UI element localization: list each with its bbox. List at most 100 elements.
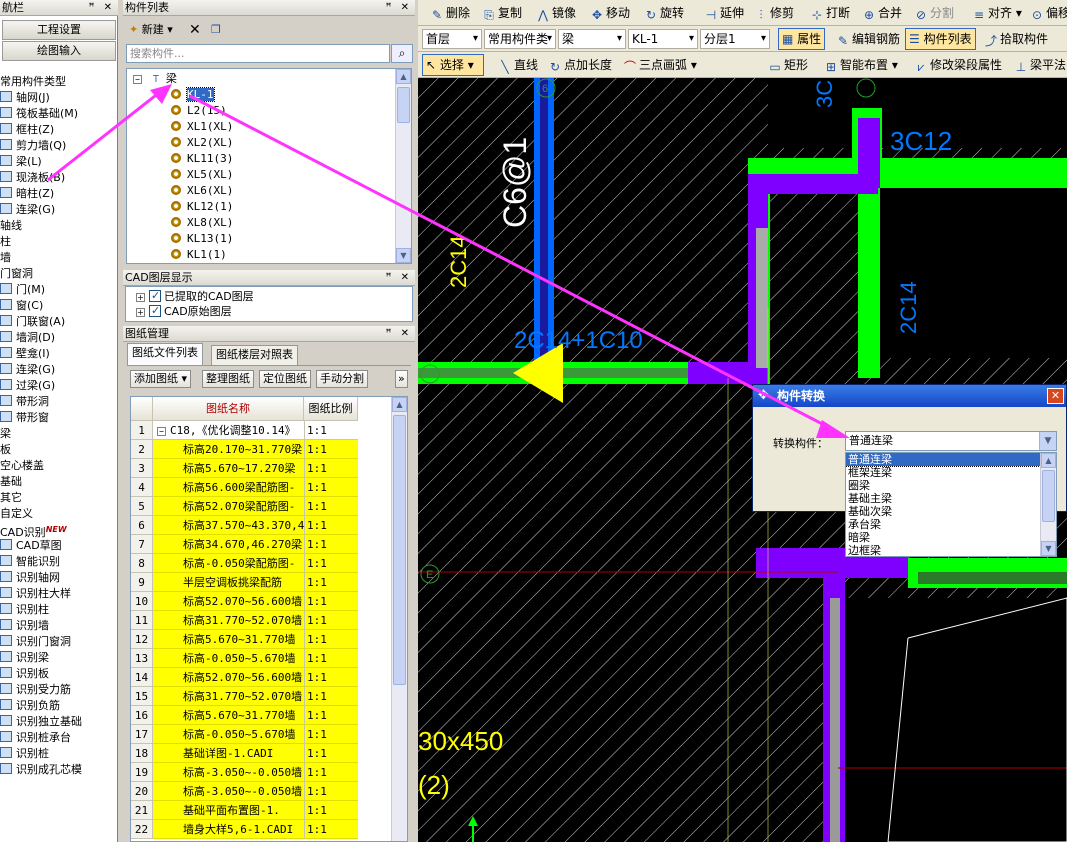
nav-item[interactable]: 剪力墙(Q) — [0, 138, 118, 154]
search-input[interactable]: 搜索构件... — [126, 44, 390, 63]
cad-layer-item-extracted[interactable]: + 已提取的CAD图层 — [136, 288, 254, 304]
nav-item[interactable]: 现浇板(B) — [0, 170, 118, 186]
row-name[interactable]: 标高20.170~31.770梁 — [153, 440, 304, 459]
toolbar-button[interactable]: ≡ 对齐 ▾ — [972, 4, 1022, 22]
table-row[interactable]: 13 标高-0.050~5.670墙 1:1 — [131, 649, 391, 668]
row-scale[interactable]: 1:1 — [304, 459, 358, 478]
nav-item[interactable]: 识别柱大样 — [0, 586, 118, 602]
point-length-tool[interactable]: ↻ 点加长度 — [548, 56, 612, 74]
scroll-down-icon[interactable]: ▼ — [396, 248, 411, 263]
table-row[interactable]: 12 标高5.670~31.770墙 1:1 — [131, 630, 391, 649]
checkbox[interactable] — [149, 303, 161, 318]
category-select[interactable]: 梁 — [558, 29, 626, 49]
row-scale[interactable]: 1:1 — [304, 554, 358, 573]
nav-item[interactable]: 带形洞 — [0, 394, 118, 410]
properties-toggle[interactable]: ▦ 属性 — [778, 28, 826, 50]
component-item[interactable]: L2(15) — [171, 103, 227, 119]
row-name[interactable]: 标高-0.050~5.670墙 — [153, 649, 304, 668]
component-item[interactable]: KL11(3) — [171, 151, 233, 167]
scroll-thumb[interactable] — [1042, 470, 1055, 522]
nav-item[interactable]: 过梁(G) — [0, 378, 118, 394]
nav-item[interactable]: 带形窗 — [0, 410, 118, 426]
component-scrollbar[interactable]: ▲ ▼ — [395, 69, 411, 263]
collapse-icon[interactable]: − — [133, 75, 142, 84]
rect-tool[interactable]: ▭ 矩形 — [768, 56, 808, 74]
col-header-name[interactable]: 图纸名称 — [153, 397, 304, 421]
close-icon[interactable]: ✕ — [1047, 388, 1064, 404]
pin-icon[interactable]: ꟸ ✕ — [89, 0, 115, 15]
row-name[interactable]: 标高-0.050~5.670墙 — [153, 725, 304, 744]
scroll-down-icon[interactable]: ▼ — [1041, 541, 1056, 556]
table-row[interactable]: 19 标高-3.050~-0.050墙 1:1 — [131, 763, 391, 782]
row-scale[interactable]: 1:1 — [304, 820, 358, 839]
collapse-icon[interactable]: − — [157, 427, 166, 436]
row-scale[interactable]: 1:1 — [304, 630, 358, 649]
floor-select[interactable]: 首层 — [422, 29, 482, 49]
panel-close-icon[interactable]: ꟸ ✕ — [386, 326, 412, 341]
row-name[interactable]: 标高-3.050~-0.050墙 — [153, 782, 304, 801]
component-item[interactable]: XL6(XL) — [171, 183, 233, 199]
nav-item[interactable]: CAD草图 — [0, 538, 118, 554]
row-scale[interactable]: 1:1 — [304, 668, 358, 687]
nav-item[interactable]: 常用构件类型 — [0, 74, 118, 90]
table-row[interactable]: 6 标高37.570~43.370,4 1:1 — [131, 516, 391, 535]
row-scale[interactable]: 1:1 — [304, 535, 358, 554]
line-tool[interactable]: ╲ 直线 — [498, 56, 538, 74]
chevron-down-icon[interactable]: ▼ — [1039, 432, 1056, 450]
dropdown-scrollbar[interactable]: ▲ ▼ — [1040, 453, 1056, 556]
component-item[interactable]: XL5(XL) — [171, 167, 233, 183]
modify-beam-tool[interactable]: ⩗ 修改梁段属性 — [914, 56, 1002, 74]
nav-item[interactable]: 壁龛(I) — [0, 346, 118, 362]
more-button[interactable]: » — [395, 370, 408, 388]
nav-item[interactable]: 连梁(G) — [0, 362, 118, 378]
nav-item[interactable]: 识别受力筋 — [0, 682, 118, 698]
row-scale[interactable]: 1:1 — [304, 421, 358, 440]
cad-layer-item-original[interactable]: + CAD原始图层 — [136, 303, 232, 319]
row-name[interactable]: 半层空调板挑梁配筋 — [153, 573, 304, 592]
project-settings-button[interactable]: 工程设置 — [2, 20, 116, 40]
nav-item[interactable]: 门窗洞 — [0, 266, 118, 282]
nav-item[interactable]: 板 — [0, 442, 118, 458]
nav-item[interactable]: 暗柱(Z) — [0, 186, 118, 202]
row-name[interactable]: 标高-3.050~-0.050墙 — [153, 763, 304, 782]
dropdown-option[interactable]: 框架连梁 — [846, 466, 1056, 479]
beam-flat-tool[interactable]: ⊥ 梁平法 — [1014, 56, 1066, 74]
row-name[interactable]: 标高-0.050梁配筋图- — [153, 554, 304, 573]
col-header-scale[interactable]: 图纸比例 — [304, 397, 358, 421]
checkbox[interactable] — [149, 288, 161, 303]
nav-item[interactable]: 框柱(Z) — [0, 122, 118, 138]
panel-close-icon[interactable]: ꟸ ✕ — [386, 270, 412, 285]
delete-button[interactable]: ✕ — [189, 21, 201, 39]
scroll-up-icon[interactable]: ▲ — [396, 69, 411, 84]
nav-item[interactable]: 识别门窗洞 — [0, 634, 118, 650]
row-scale[interactable]: 1:1 — [304, 440, 358, 459]
component-item[interactable]: KL12(1) — [171, 199, 233, 215]
nav-item[interactable]: 识别独立基础 — [0, 714, 118, 730]
toolbar-button[interactable]: ⊣ 延伸 — [704, 4, 744, 22]
nav-item[interactable]: 识别轴网 — [0, 570, 118, 586]
convert-select[interactable]: 普通连梁 ▼ — [845, 431, 1057, 451]
row-scale[interactable]: 1:1 — [304, 516, 358, 535]
tree-root-beam[interactable]: − ⊤ 梁 — [133, 71, 177, 87]
dropdown-option[interactable]: 基础主梁 — [846, 492, 1056, 505]
table-row[interactable]: 8 标高-0.050梁配筋图- 1:1 — [131, 554, 391, 573]
drawing-input-button[interactable]: 绘图输入 — [2, 41, 116, 61]
component-item[interactable]: KL-1 — [171, 87, 215, 103]
table-row[interactable]: 16 标高5.670~31.770墙 1:1 — [131, 706, 391, 725]
table-row[interactable]: 2 标高20.170~31.770梁 1:1 — [131, 440, 391, 459]
table-row[interactable]: 21 基础平面布置图-1. 1:1 — [131, 801, 391, 820]
nav-item[interactable]: CAD识别NEW — [0, 522, 118, 538]
row-name[interactable]: 基础平面布置图-1. — [153, 801, 304, 820]
nav-item[interactable]: 门(M) — [0, 282, 118, 298]
row-scale[interactable]: 1:1 — [304, 592, 358, 611]
row-name[interactable]: 标高34.670,46.270梁 — [153, 535, 304, 554]
toolbar-button[interactable]: ⋀ 镜像 — [536, 4, 576, 22]
nav-item[interactable]: 基础 — [0, 474, 118, 490]
table-row[interactable]: 7 标高34.670,46.270梁 1:1 — [131, 535, 391, 554]
scroll-thumb[interactable] — [393, 415, 406, 685]
table-row[interactable]: 18 基础详图-1.CADI 1:1 — [131, 744, 391, 763]
table-row[interactable]: 22 墙身大样5,6-1.CADI 1:1 — [131, 820, 391, 839]
row-name[interactable]: 基础详图-1.CADI — [153, 744, 304, 763]
select-tool[interactable]: ↖ 选择 ▾ — [422, 54, 484, 76]
toolbar-button[interactable]: ⎘ 复制 — [482, 4, 522, 22]
